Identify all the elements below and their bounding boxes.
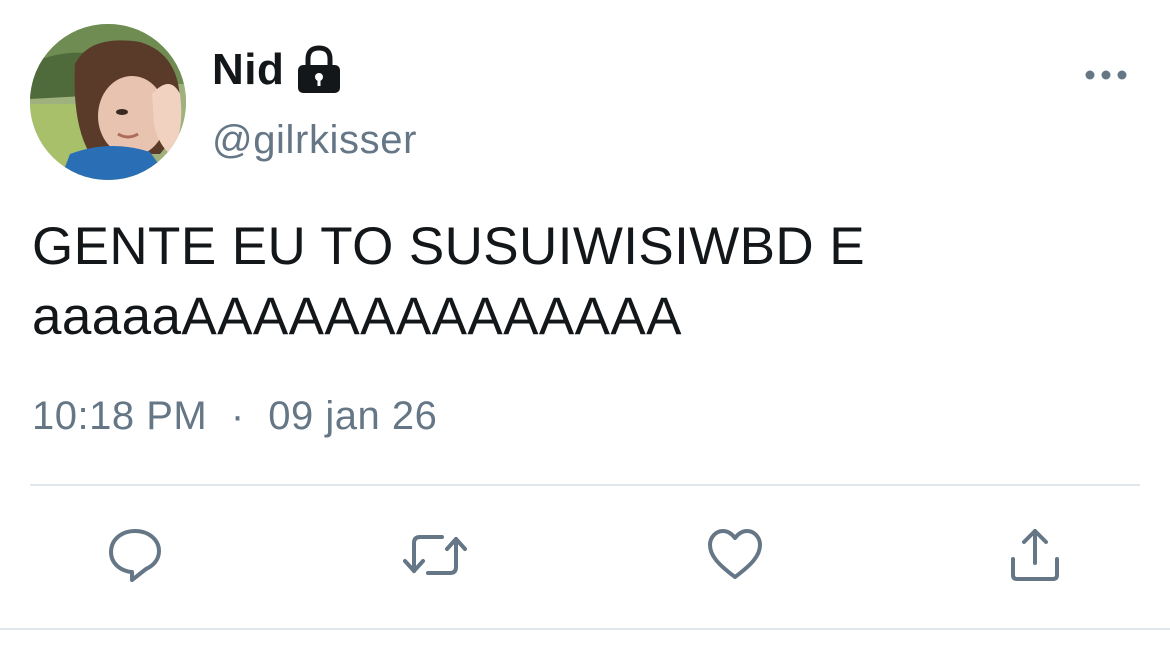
display-name[interactable]: Nid (212, 45, 284, 95)
profile-photo-icon (30, 24, 186, 180)
user-handle[interactable]: @gilrkisser (212, 118, 417, 163)
tweet-actions (0, 520, 1170, 600)
tweet-time: 10:18 PM (32, 394, 208, 438)
tweet-card: Nid @gilrkisser GENTE EU TO SUSUIWISIWBD… (0, 0, 1170, 648)
timestamp-separator: · (230, 394, 245, 438)
like-button[interactable] (700, 520, 770, 590)
more-options-icon[interactable] (1082, 62, 1130, 88)
share-button[interactable] (1000, 520, 1070, 590)
comment-bubble-icon (109, 529, 161, 582)
divider (0, 628, 1170, 630)
retweet-button[interactable] (400, 520, 470, 590)
name-row: Nid (212, 40, 342, 100)
share-upload-icon (1011, 529, 1059, 581)
retweet-arrows-icon (403, 535, 467, 575)
divider (30, 484, 1140, 486)
heart-icon (708, 529, 762, 579)
timestamp[interactable]: 10:18 PM · 09 jan 26 (32, 394, 437, 439)
reply-button[interactable] (100, 520, 170, 590)
tweet-text: GENTE EU TO SUSUIWISIWBD E aaaaaAAAAAAAA… (32, 217, 865, 346)
tweet-date: 09 jan 26 (268, 394, 438, 438)
lock-icon (296, 45, 342, 95)
avatar[interactable] (30, 24, 186, 180)
